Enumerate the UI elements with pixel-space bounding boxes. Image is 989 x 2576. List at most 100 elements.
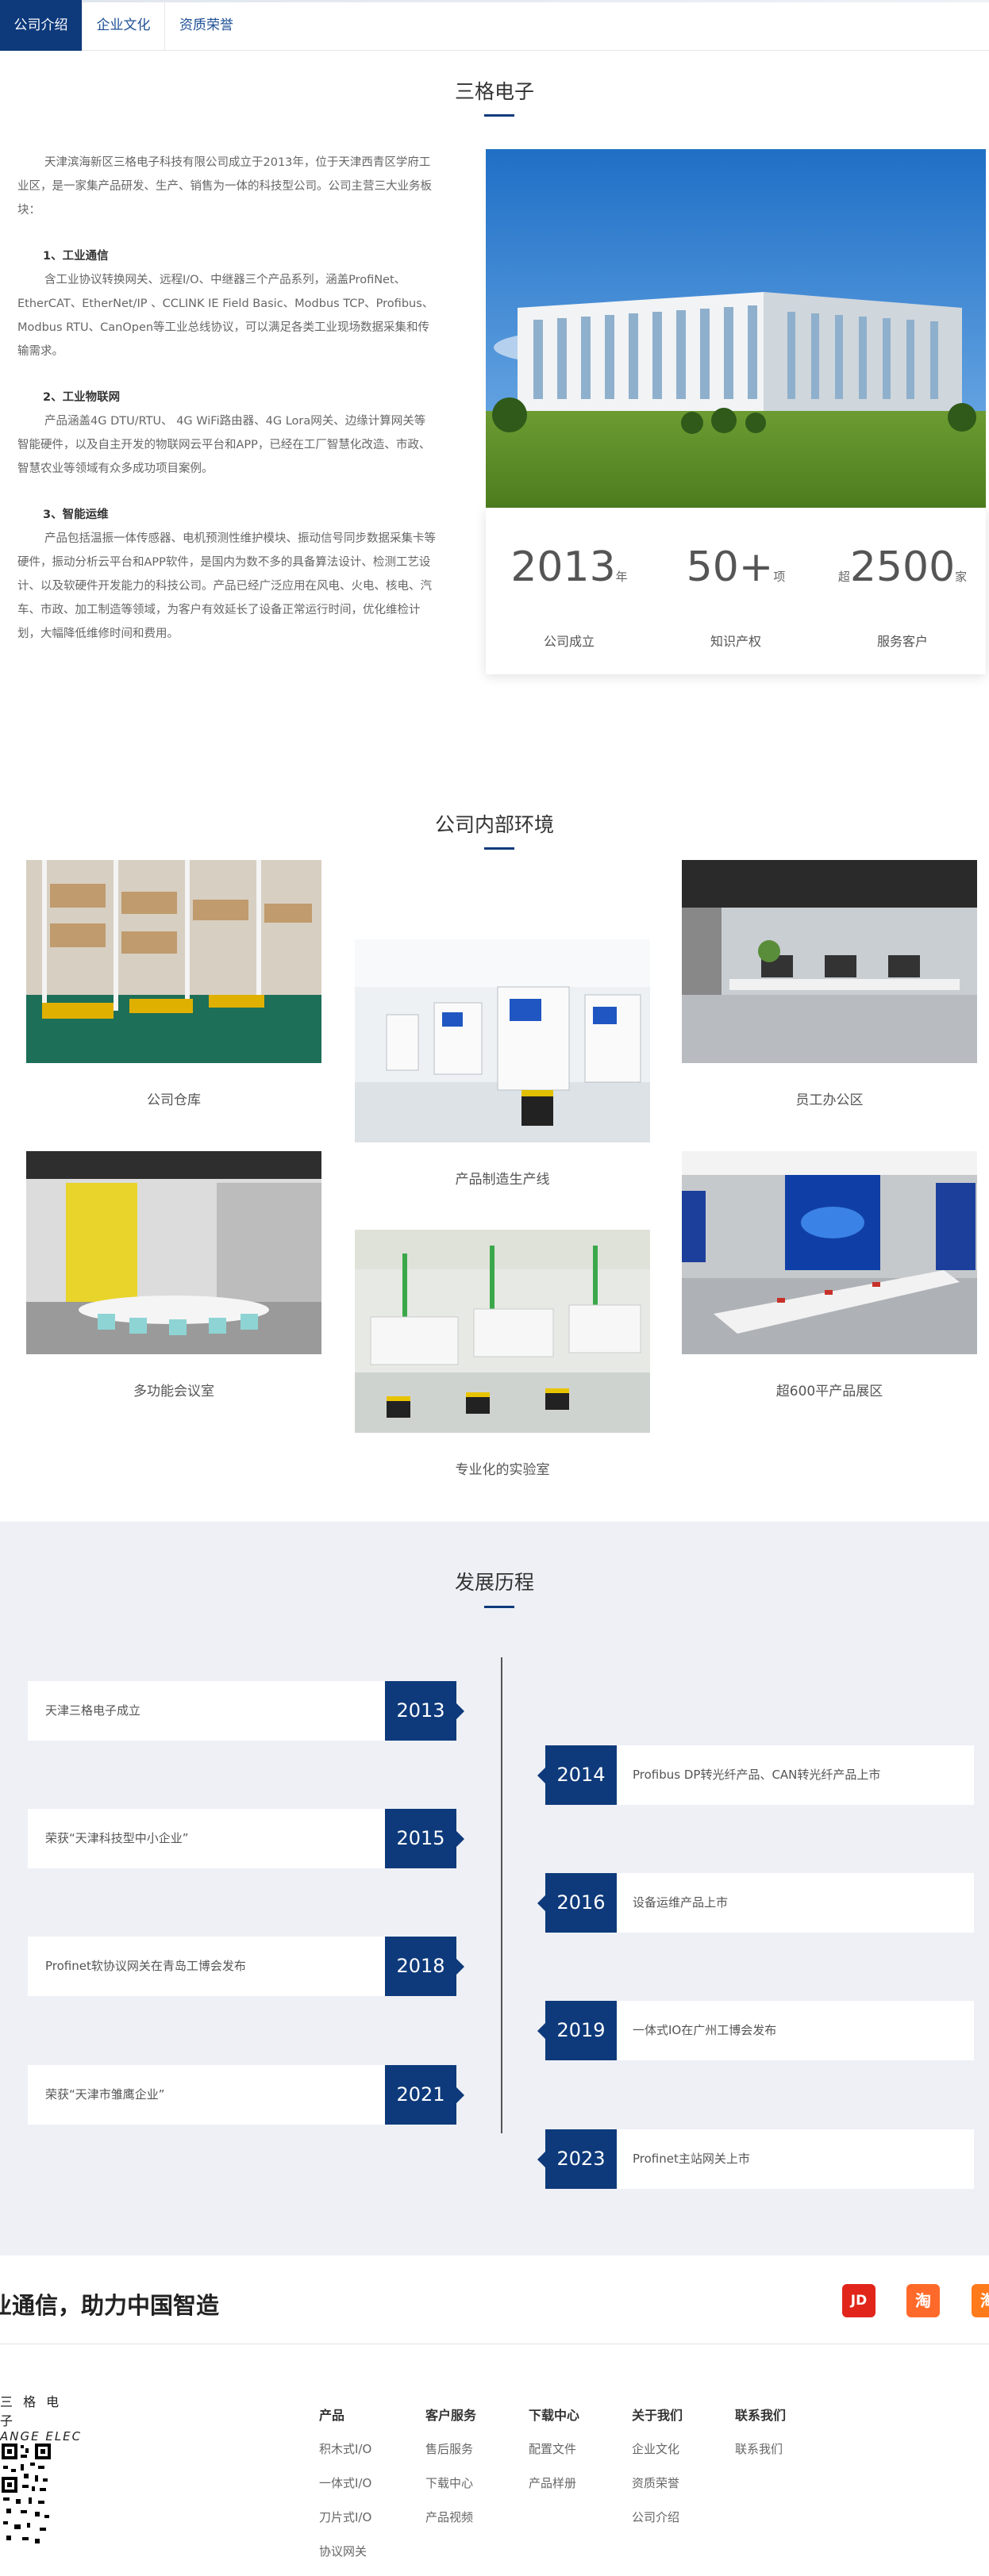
history-item-2018: Profinet软协议网关在青岛工博会发布 2018 [28, 1937, 464, 1996]
footer-link[interactable]: 公司介绍 [632, 2508, 683, 2542]
history-text: Profinet主站网关上市 [633, 2152, 750, 2166]
warehouse-photo [26, 860, 321, 1063]
environment-title: 公司内部环境 [434, 813, 554, 836]
title-underline [484, 114, 514, 117]
env-caption: 产品制造生产线 [455, 1172, 550, 1188]
title-underline [484, 1606, 514, 1608]
history-year: 2013 [385, 1681, 464, 1741]
footer-column-about: 关于我们 企业文化 资质荣誉 公司介绍 [632, 2405, 683, 2542]
footer-column-title: 下载中心 [529, 2408, 580, 2423]
footer-link[interactable]: 产品视频 [425, 2508, 476, 2542]
footer-link[interactable]: 配置文件 [529, 2440, 579, 2474]
logo-cn: 三 格 电 子 [0, 2394, 63, 2428]
stat-unit: 家 [955, 570, 968, 584]
footer-column-service: 客户服务 售后服务 下载中心 产品视频 [425, 2405, 476, 2542]
footer-link[interactable]: 积木式I/O [319, 2440, 371, 2474]
footer-link[interactable]: 刀片式I/O [319, 2508, 371, 2542]
history-item-2014: 2014 Profibus DP转光纤产品、CAN转光纤产品上市 [537, 1745, 974, 1805]
footer-link[interactable]: 资质荣誉 [632, 2474, 683, 2508]
stat-unit: 年 [615, 570, 628, 584]
history-text: 荣获“天津科技型中小企业” [45, 1831, 189, 1845]
env-caption: 员工办公区 [795, 1092, 864, 1108]
footer-link[interactable]: 售后服务 [425, 2440, 476, 2474]
history-item-2016: 2016 设备运维产品上市 [537, 1873, 974, 1933]
qr-code-icon [0, 2442, 52, 2547]
footer-link[interactable]: 协议网关 [319, 2542, 371, 2576]
history-text: 设备运维产品上市 [633, 1895, 729, 1910]
history-item-2023: 2023 Profinet主站网关上市 [537, 2129, 974, 2189]
history-year: 2019 [537, 2001, 617, 2060]
history-year: 2021 [385, 2065, 464, 2125]
taobao-icon[interactable]: 淘 [906, 2284, 940, 2317]
jd-icon[interactable]: JD [842, 2284, 875, 2317]
business-heading-iot: 2、工业物联网 [43, 391, 121, 404]
slogan-banner: 业通信，助力中国智造 JD 淘 淘 [0, 2255, 989, 2344]
business-text-iot: 产品涵盖4G DTU/RTU、 4G WiFi路由器、4G Lora网关、边缘计… [17, 415, 431, 475]
env-item-office[interactable]: 员工办公区 [682, 860, 977, 1108]
showroom-photo [682, 1151, 977, 1354]
stat-label: 知识产权 [710, 634, 761, 649]
footer-column-products: 产品 积木式I/O 一体式I/O 刀片式I/O 协议网关 [319, 2405, 371, 2576]
stat-value: 2013 [510, 543, 616, 591]
tab-corporate-culture[interactable]: 企业文化 [83, 0, 165, 51]
timeline-axis [501, 1657, 502, 2133]
history-year: 2018 [385, 1937, 464, 1996]
footer-link[interactable]: 产品样册 [529, 2474, 579, 2508]
history-item-2019: 2019 一体式IO在广州工博会发布 [537, 2001, 974, 2060]
tmall-icon[interactable]: 淘 [972, 2284, 989, 2317]
footer-link[interactable]: 企业文化 [632, 2440, 683, 2474]
section-tabs: 公司介绍 企业文化 资质荣誉 [0, 0, 989, 51]
footer-column-title: 客户服务 [425, 2408, 477, 2423]
history-text: Profinet软协议网关在青岛工博会发布 [45, 1959, 246, 1973]
footer-column-contact: 联系我们 联系我们 [735, 2405, 786, 2474]
tab-qualifications[interactable]: 资质荣誉 [165, 0, 248, 51]
env-caption: 公司仓库 [147, 1092, 201, 1108]
env-item-showroom[interactable]: 超600平产品展区 [682, 1151, 977, 1399]
office-photo [682, 860, 977, 1063]
history-year: 2016 [537, 1873, 617, 1933]
footer-column-title: 产品 [319, 2408, 345, 2423]
stat-label: 公司成立 [543, 634, 595, 649]
company-building-photo [486, 149, 986, 508]
footer-column-title: 联系我们 [735, 2408, 787, 2423]
site-footer: 三 格 电 子 ANGE ELEC 产品 积木式I/O 一体式I/O 刀片式I/… [0, 2345, 989, 2559]
env-caption: 超600平产品展区 [775, 1384, 883, 1399]
history-year: 2015 [385, 1809, 464, 1868]
business-heading-communication: 1、工业通信 [43, 250, 109, 263]
business-text-maintenance: 产品包括温振一体传感器、电机预测性维护模块、振动信号同步数据采集卡等硬件，振动分… [17, 532, 436, 640]
footer-link[interactable]: 联系我们 [735, 2440, 786, 2474]
stat-value: 2500 [849, 543, 956, 591]
history-title: 发展历程 [454, 1571, 534, 1594]
history-item-2015: 荣获“天津科技型中小企业” 2015 [28, 1809, 464, 1868]
stat-customers: 超2500家 服务客户 [819, 543, 986, 649]
stat-prefix: 超 [837, 570, 850, 584]
tab-company-intro[interactable]: 公司介绍 [0, 0, 83, 51]
business-text-communication: 含工业协议转换网关、远程I/O、中继器三个产品系列，涵盖ProfiNet、Eth… [17, 274, 434, 358]
meeting-room-photo [26, 1151, 321, 1354]
slogan-text: 业通信，助力中国智造 [0, 2292, 220, 2319]
stat-founded: 2013年 公司成立 [486, 543, 652, 649]
env-item-warehouse[interactable]: 公司仓库 [26, 860, 321, 1108]
env-item-laboratory[interactable]: 专业化的实验室 [355, 1230, 650, 1478]
history-item-2013: 天津三格电子成立 2013 [28, 1681, 464, 1741]
history-year: 2023 [537, 2129, 617, 2189]
history-text: 荣获“天津市雏鹰企业” [45, 2087, 165, 2102]
env-caption: 多功能会议室 [133, 1384, 214, 1399]
company-title: 三格电子 [454, 80, 534, 103]
company-logo: 三 格 电 子 ANGE ELEC [0, 2391, 80, 2444]
env-item-production-line[interactable]: 产品制造生产线 [355, 939, 650, 1188]
stat-value: 50+ [686, 543, 774, 591]
company-description: 天津滨海新区三格电子科技有限公司成立于2013年，位于天津西青区学府工业区，是一… [17, 151, 437, 646]
env-item-meeting-room[interactable]: 多功能会议室 [26, 1151, 321, 1399]
title-underline [484, 847, 514, 850]
footer-link[interactable]: 下载中心 [425, 2474, 476, 2508]
env-caption: 专业化的实验室 [455, 1462, 550, 1478]
history-year: 2014 [537, 1745, 617, 1805]
business-heading-maintenance: 3、智能运维 [43, 509, 109, 521]
footer-link[interactable]: 一体式I/O [319, 2474, 371, 2508]
production-line-photo [355, 939, 650, 1142]
history-text: Profibus DP转光纤产品、CAN转光纤产品上市 [633, 1768, 881, 1782]
stat-ip: 50+项 知识产权 [652, 543, 819, 649]
company-stats-card: 2013年 公司成立 50+项 知识产权 超2500家 服务客户 [486, 508, 986, 674]
laboratory-photo [355, 1230, 650, 1433]
